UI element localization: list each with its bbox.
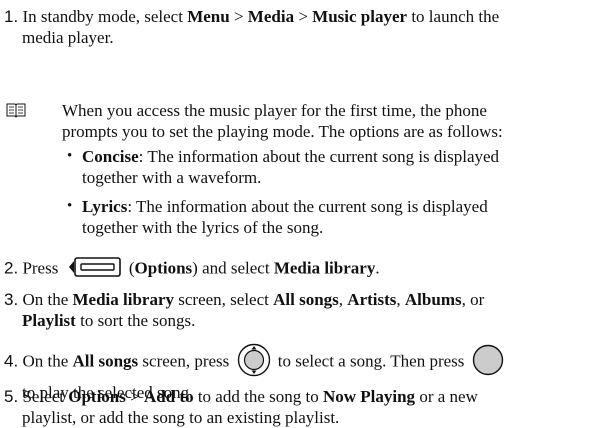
albums-term: Albums [404,290,462,309]
option-desc: : The information about the current song… [138,147,500,166]
step-1: 1. In standby mode, select Menu > Media … [4,6,594,48]
option-desc-cont: together with a waveform. [82,168,262,187]
mode-options-list: Concise: The information about the curre… [65,146,585,246]
step-text-cont: media player. [22,28,114,47]
step-number: 4. [4,351,19,371]
playlist-term: Playlist [22,311,76,330]
option-concise: Concise: The information about the curre… [65,146,585,188]
all-songs-term: All songs [72,351,139,371]
manual-page: 1. In standby mode, select Menu > Media … [0,0,599,428]
step-text: to launch the [407,7,500,26]
step-text: to sort the songs. [75,311,196,330]
step-text: Select [18,387,69,406]
book-icon [6,102,26,123]
step-text: to select a song. Then press [273,351,469,371]
step-text: ) and select [192,258,274,278]
navigation-key-icon [237,343,271,382]
step-text: screen, select [174,290,274,309]
media-library-term: Media library [72,290,174,309]
step-text: . [375,258,380,278]
step-number: 2. [4,258,19,278]
step-text: On the [18,351,73,371]
step-text: screen, press [138,351,234,371]
now-playing-term: Now Playing [322,387,416,406]
step-text: or a new [415,387,478,406]
option-lyrics: Lyrics: The information about the curren… [65,196,585,238]
step-number: 3. [4,290,19,309]
option-term: Lyrics [82,197,128,216]
menu-term: Menu [187,7,230,26]
all-songs-term: All songs [273,290,339,309]
note-line: When you access the music player for the… [62,101,487,120]
media-term: Media [247,7,295,26]
separator: > [294,7,313,26]
media-library-term: Media library [273,258,376,278]
separator: > [229,7,248,26]
separator: , or [461,290,485,309]
artists-term: Artists [347,290,397,309]
step-text: On the [18,290,73,309]
ok-key-icon [472,344,504,381]
step-text: In standby mode, select [22,7,188,26]
step-2: 2. Press (Options) and select Media libr… [4,256,594,283]
music-player-term: Music player [312,7,408,26]
note-line: prompts you to set the playing mode. The… [62,122,503,141]
option-term: Concise [82,147,139,166]
step-text: to add the song to [193,387,323,406]
step-text: Press [18,258,63,278]
separator: > [125,387,144,406]
options-term: Options [68,387,126,406]
option-desc: : The information about the current song… [127,197,488,216]
option-desc-cont: together with the lyrics of the song. [82,218,324,237]
step-5: 5. Select Options > Add to to add the so… [4,386,594,428]
note-text: When you access the music player for the… [62,100,592,142]
step-number: 5. [4,387,19,406]
options-term: Options [134,258,193,278]
separator: , [396,290,405,309]
step-3: 3. On the Media library screen, select A… [4,289,594,331]
step-text: ( [124,258,135,278]
step-text-cont: playlist, or add the song to an existing… [22,408,340,427]
add-to-term: Add to [143,387,194,406]
left-soft-key-icon [66,256,122,283]
step-number: 1. [4,7,19,26]
